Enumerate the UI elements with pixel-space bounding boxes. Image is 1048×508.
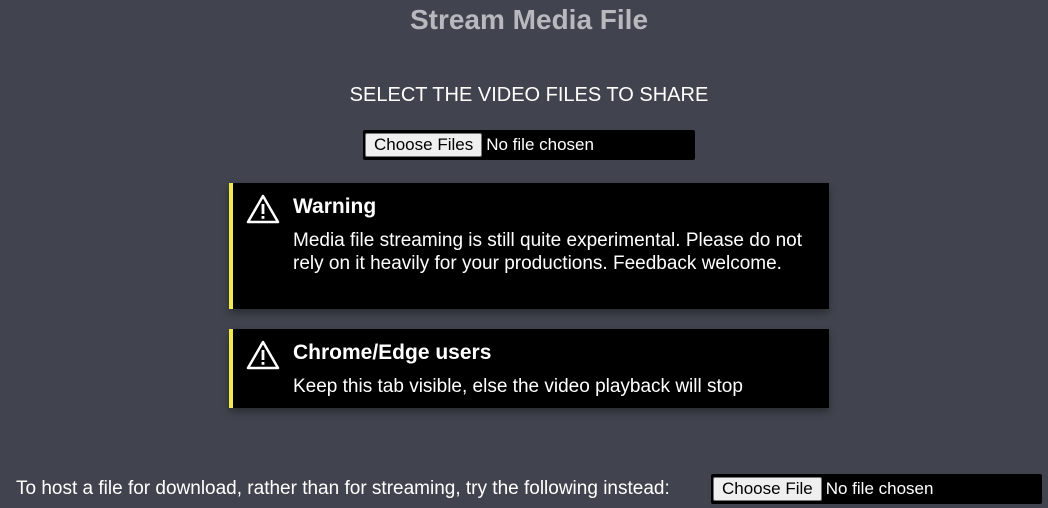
warning-triangle-icon	[246, 340, 280, 370]
section-title: SELECT THE VIDEO FILES TO SHARE	[349, 84, 709, 106]
download-file-picker[interactable]: Choose File No file chosen	[711, 474, 1042, 504]
page-title: Stream Media File	[409, 4, 649, 35]
chrome-edge-notice: Chrome/Edge users Keep this tab visible,…	[229, 329, 829, 408]
warning-triangle-icon	[246, 194, 280, 224]
choose-file-button[interactable]: Choose File	[713, 477, 822, 501]
notice-title: Warning	[293, 195, 377, 218]
choose-files-button[interactable]: Choose Files	[365, 133, 483, 157]
notice-title: Chrome/Edge users	[293, 341, 492, 364]
download-prompt: To host a file for download, rather than…	[16, 478, 670, 499]
notice-body: Media file streaming is still quite expe…	[293, 230, 803, 274]
file-status-label: No file chosen	[486, 135, 594, 154]
warning-notice: Warning Media file streaming is still qu…	[229, 183, 829, 309]
notice-body: Keep this tab visible, else the video pl…	[293, 376, 743, 397]
file-status-label: No file chosen	[825, 479, 934, 498]
video-files-picker[interactable]: Choose Files No file chosen	[363, 130, 695, 160]
